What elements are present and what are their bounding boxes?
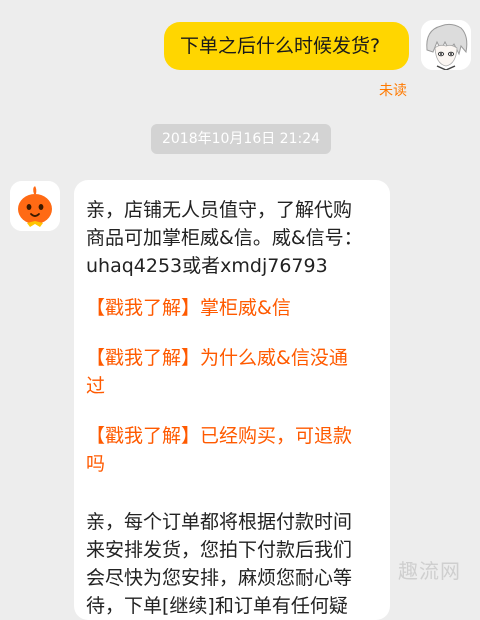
closing-line: 来安排发货，您拍下付款后我们 [86,539,353,561]
closing-line: 待，下单[继续]和订单有任何疑 [86,595,348,617]
intro-paragraph: 亲，店铺无人员值守，了解代购 商品可加掌柜威&信。威&信号： uhaq4253或… [86,196,378,280]
closing-line: 会尽快为您安排，麻烦您耐心等 [86,567,353,589]
link-line: 【戳我了解】为什么威&信没通 [86,347,348,369]
link-line: 吗 [86,453,106,475]
site-watermark: 趣流网 [398,559,461,583]
link-line: 【戳我了解】已经购买，可退款 [86,425,353,447]
outgoing-message-text: 下单之后什么时候发货? [180,35,381,57]
incoming-message-bubble[interactable]: 亲，店铺无人员值守，了解代购 商品可加掌柜威&信。威&信号： uhaq4253或… [74,180,390,620]
message-timestamp: 2018年10月16日 21:24 [151,124,331,154]
link-refund-after-purchase[interactable]: 【戳我了解】已经购买，可退款 吗 [86,422,378,478]
unread-status-label: 未读 [379,83,407,99]
link-line: 过 [86,375,106,397]
intro-line: uhaq4253或者xmdj76793 [86,255,328,277]
intro-line: 商品可加掌柜威&信。威&信号： [86,227,363,249]
closing-paragraph: 亲，每个订单都将根据付款时间 来安排发货，您拍下付款后我们 会尽快为您安排，麻烦… [86,508,378,620]
closing-line: 亲，每个订单都将根据付款时间 [86,511,353,533]
intro-line: 亲，店铺无人员值守，了解代购 [86,199,353,221]
chat-view: 下单之后什么时候发货? 未读 2018年10月16日 21:24 亲，店铺无人员… [0,0,480,620]
user-avatar-icon [421,20,471,70]
orange-mascot-icon [10,181,60,231]
link-wechat-contact[interactable]: 【戳我了解】掌柜威&信 [86,294,378,322]
link-wechat-not-approved[interactable]: 【戳我了解】为什么威&信没通 过 [86,344,378,400]
link-line: 【戳我了解】掌柜威&信 [86,297,291,319]
outgoing-message-bubble[interactable]: 下单之后什么时候发货? [164,22,409,70]
shop-avatar[interactable] [10,181,60,231]
user-avatar[interactable] [421,20,471,70]
